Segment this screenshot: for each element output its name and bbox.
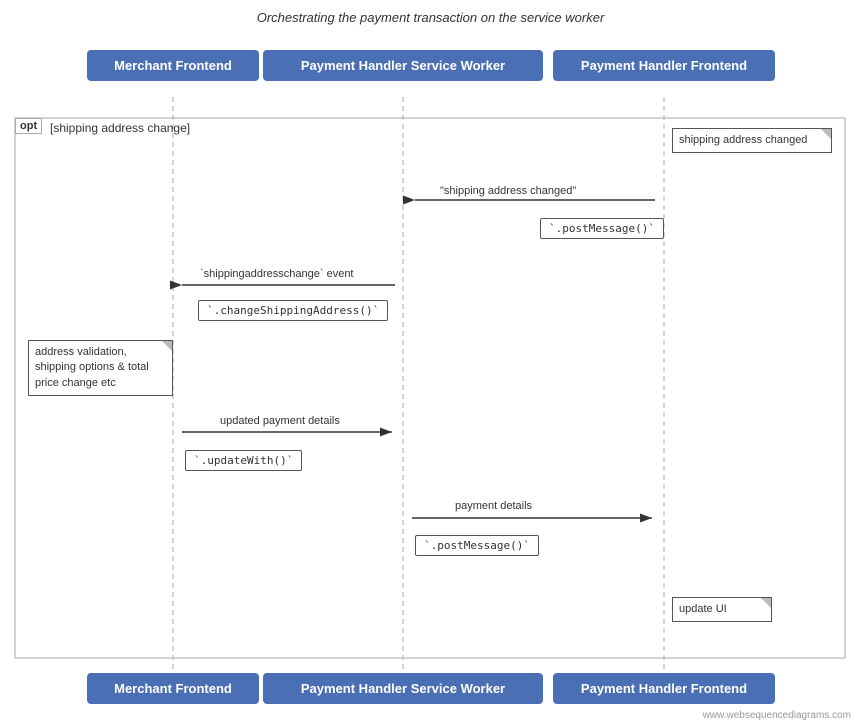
arrow-label-4: payment details [455,500,532,512]
participant-service-worker-top: Payment Handler Service Worker [263,50,543,81]
note-address-validation: address validation, shipping options & t… [28,340,173,396]
note-update-ui: update UI [672,597,772,622]
participant-merchant-top: Merchant Frontend [87,50,259,81]
diagram-title: Orchestrating the payment transaction on… [0,0,861,25]
method-update-with: `.updateWith()` [185,450,302,471]
participant-frontend-bottom: Payment Handler Frontend [553,673,775,704]
participant-service-worker-bottom: Payment Handler Service Worker [263,673,543,704]
opt-label: opt [15,118,42,134]
method-change-shipping: `.changeShippingAddress()` [198,300,388,321]
diagram-container: Orchestrating the payment transaction on… [0,0,861,727]
participant-frontend-top: Payment Handler Frontend [553,50,775,81]
note-shipping-address-changed: shipping address changed [672,128,832,153]
arrow-label-3: updated payment details [220,415,340,427]
arrow-label-1: "shipping address changed" [440,185,576,197]
method-post-message-1: `.postMessage()` [540,218,664,239]
opt-condition: [shipping address change] [50,121,190,135]
watermark: www.websequencediagrams.com [703,710,851,721]
participant-merchant-bottom: Merchant Frontend [87,673,259,704]
arrow-label-2: `shippingaddresschange` event [200,268,354,280]
method-post-message-2: `.postMessage()` [415,535,539,556]
